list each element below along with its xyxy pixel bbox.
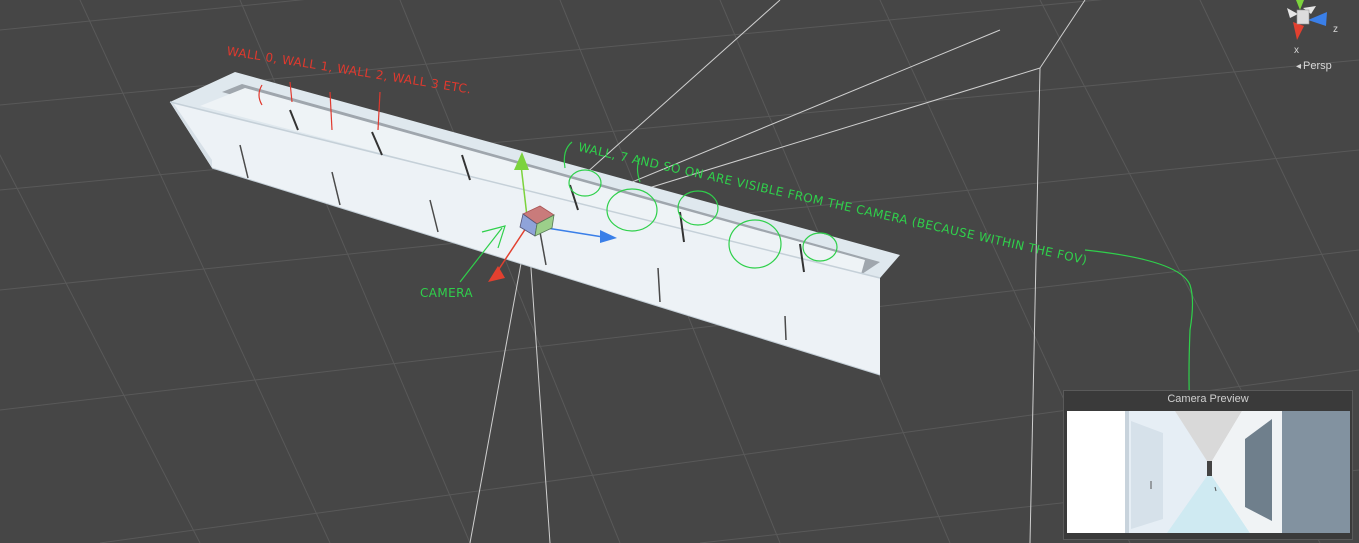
gizmo-y-cone[interactable]	[1296, 0, 1304, 10]
gizmo-x-label: x	[1294, 45, 1299, 56]
gizmo-x-cone[interactable]	[1293, 22, 1304, 40]
gizmo-z-cone[interactable]	[1308, 12, 1327, 26]
projection-toggle[interactable]: ◂ Persp	[1296, 60, 1332, 72]
camera-preview-panel: Camera Preview	[1063, 390, 1353, 540]
orientation-gizmo[interactable]: z x	[1287, 0, 1338, 56]
projection-label: Persp	[1303, 60, 1332, 72]
persp-icon: ◂	[1296, 61, 1302, 72]
camera-preview-title: Camera Preview	[1167, 393, 1249, 405]
camera-annotation: CAMERA	[420, 286, 473, 300]
gizmo-center-box[interactable]	[1296, 9, 1310, 25]
gizmo-x-axis-handle[interactable]	[488, 266, 505, 282]
camera-preview-view	[1067, 411, 1350, 533]
gizmo-z-label: z	[1333, 24, 1338, 35]
